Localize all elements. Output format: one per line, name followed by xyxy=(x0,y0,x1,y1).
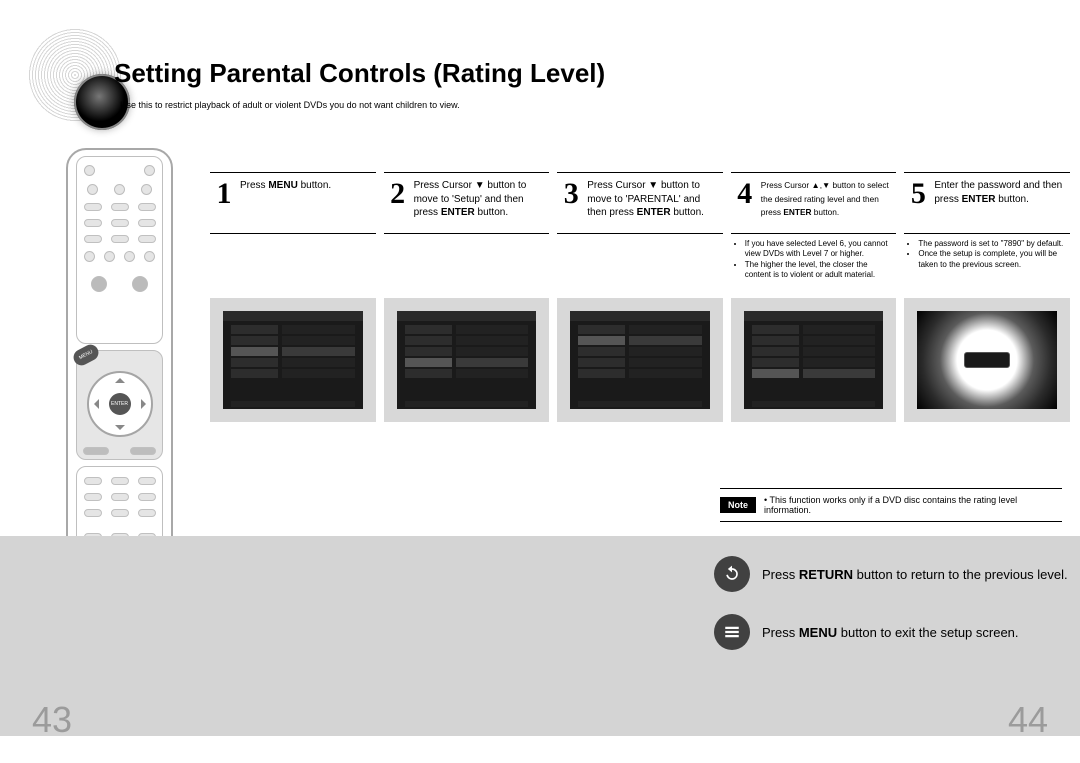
enter-button: ENTER xyxy=(109,393,131,415)
menu-hint: Press MENU button to exit the setup scre… xyxy=(714,614,1068,650)
return-icon xyxy=(714,556,750,592)
manual-spread: Setting Parental Controls (Rating Level)… xyxy=(0,0,1080,536)
note-text: • This function works only if a DVD disc… xyxy=(764,495,1062,515)
step-notes: If you have selected Level 6, you cannot… xyxy=(731,234,897,292)
step-text: Press MENU button. xyxy=(240,179,331,193)
screen-thumb xyxy=(384,298,550,422)
note-line: Note • This function works only if a DVD… xyxy=(720,488,1062,522)
bottom-actions: Press RETURN button to return to the pre… xyxy=(714,556,1068,650)
step-number: 1 xyxy=(212,179,236,209)
ornament-speaker xyxy=(28,28,122,122)
step-number: 5 xyxy=(906,179,930,209)
step-text: Press Cursor ▲,▼ button to select the de… xyxy=(761,179,895,220)
step-text: Press Cursor ▼ button to move to 'PARENT… xyxy=(587,179,721,220)
step-number: 2 xyxy=(386,179,410,209)
screen-thumb xyxy=(731,298,897,422)
screen-thumb xyxy=(210,298,376,422)
steps-row: 1 Press MENU button. 2 Press Cursor ▼ bu… xyxy=(210,172,1070,422)
page-number-left: 43 xyxy=(32,699,72,741)
step-text: Press Cursor ▼ button to move to 'Setup'… xyxy=(414,179,548,220)
screen-thumb xyxy=(557,298,723,422)
return-hint: Press RETURN button to return to the pre… xyxy=(714,556,1068,592)
screen-thumb-password xyxy=(904,298,1070,422)
step-number: 4 xyxy=(733,179,757,209)
page-number-right: 44 xyxy=(1008,699,1048,741)
step-number: 3 xyxy=(559,179,583,209)
step-4: 4 Press Cursor ▲,▼ button to select the … xyxy=(731,172,897,422)
page-title: Setting Parental Controls (Rating Level) xyxy=(114,58,605,89)
step-3: 3 Press Cursor ▼ button to move to 'PARE… xyxy=(557,172,723,422)
page-subtitle: Use this to restrict playback of adult o… xyxy=(120,100,460,110)
step-2: 2 Press Cursor ▼ button to move to 'Setu… xyxy=(384,172,550,422)
menu-icon xyxy=(714,614,750,650)
note-chip: Note xyxy=(720,497,756,513)
step-notes: The password is set to "7890" by default… xyxy=(904,234,1070,292)
step-1: 1 Press MENU button. xyxy=(210,172,376,422)
step-5: 5 Enter the password and then press ENTE… xyxy=(904,172,1070,422)
dpad: ENTER xyxy=(81,365,159,443)
step-text: Enter the password and then press ENTER … xyxy=(934,179,1068,206)
